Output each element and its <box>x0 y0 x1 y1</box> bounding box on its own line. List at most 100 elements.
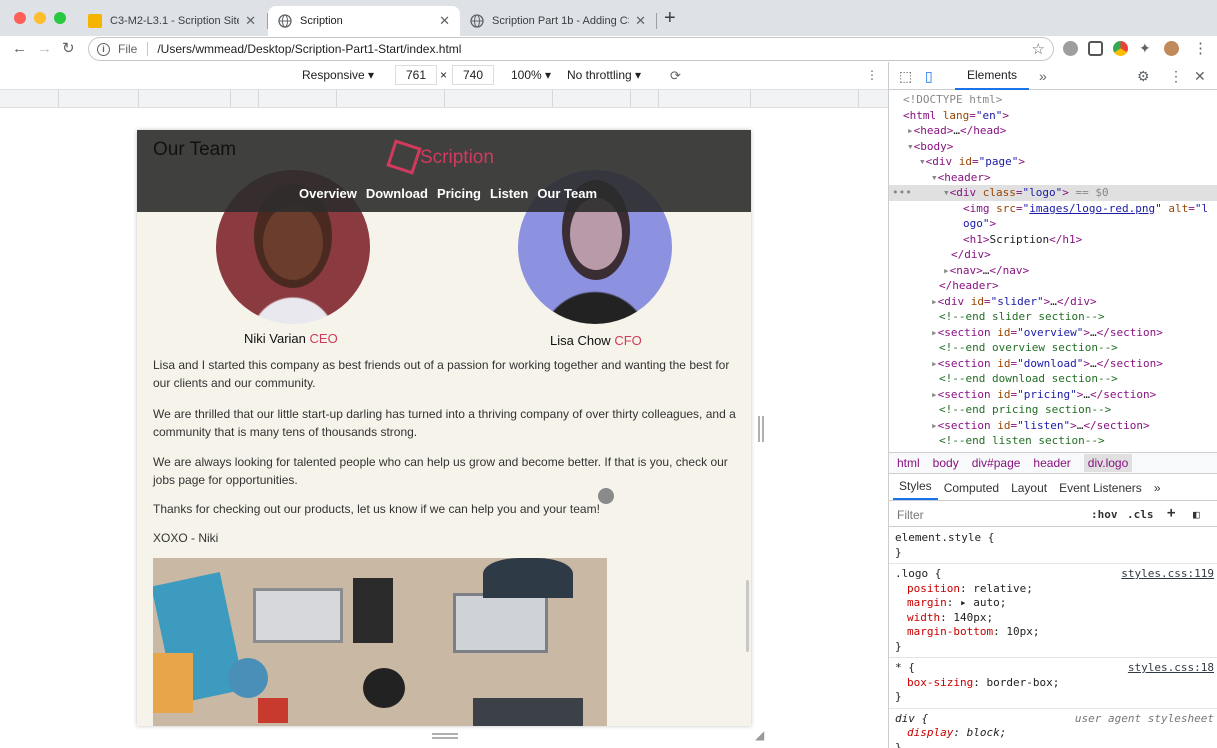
tab-scription[interactable]: Scription ✕ <box>268 6 460 36</box>
nav-download[interactable]: Download <box>366 186 428 201</box>
close-tab-icon[interactable]: ✕ <box>439 13 450 29</box>
device-mode-select[interactable]: Responsive ▾ <box>302 68 374 82</box>
dom-node[interactable]: </header> <box>889 278 1217 294</box>
profile-avatar[interactable] <box>1164 41 1179 56</box>
puzzle-extensions-icon[interactable]: ✦ <box>1139 41 1154 56</box>
dom-node[interactable]: ▾<header> <box>889 170 1217 186</box>
source-link[interactable]: styles.css:119 <box>1121 567 1214 582</box>
extension-icon[interactable] <box>1063 41 1078 56</box>
breadcrumb-html[interactable]: html <box>897 456 920 470</box>
dom-comment[interactable]: <!--end slider section--> <box>889 309 1217 325</box>
dom-node[interactable]: ▸<div id="slider">…</div> <box>889 294 1217 310</box>
close-devtools-icon[interactable]: ✕ <box>1194 68 1206 85</box>
breadcrumb-div-logo[interactable]: div.logo <box>1083 454 1133 472</box>
devtools-menu-icon[interactable]: ⋮ <box>1169 68 1183 85</box>
maximize-window-button[interactable] <box>54 12 66 24</box>
close-tab-icon[interactable]: ✕ <box>245 13 256 29</box>
hov-toggle-button[interactable]: :hov <box>1091 508 1118 521</box>
rotate-icon[interactable]: ⟳ <box>670 68 681 84</box>
dom-node[interactable]: ▸<head>…</head> <box>889 123 1217 139</box>
device-menu-icon[interactable]: ⋮ <box>866 68 878 82</box>
dom-node[interactable]: <img src="images/logo-red.png" alt="l <box>889 201 1217 217</box>
dom-tree[interactable]: <!DOCTYPE html> <html lang="en"> ▸<head>… <box>889 92 1217 448</box>
site-logo[interactable]: Scription <box>420 147 494 169</box>
tab-scription-site[interactable]: C3-M2-L3.1 - Scription Site - I ✕ <box>78 6 266 36</box>
rule-universal[interactable]: styles.css:18 * { box-sizing: border-box… <box>889 658 1217 709</box>
css-property[interactable]: box-sizing: border-box; <box>895 676 1214 691</box>
css-property[interactable]: display: block; <box>895 726 1214 741</box>
url-text[interactable]: /Users/wmmead/Desktop/Scription-Part1-St… <box>157 42 461 56</box>
css-property[interactable]: width: 140px; <box>895 611 1214 626</box>
rule-element-style[interactable]: element.style { } <box>889 528 1217 564</box>
tab-styles[interactable]: Styles <box>893 479 938 500</box>
more-subtabs-icon[interactable]: » <box>1148 481 1167 500</box>
toggle-sidebar-icon[interactable]: ◧ <box>1193 508 1200 521</box>
tab-event-listeners[interactable]: Event Listeners <box>1053 481 1148 500</box>
filter-input[interactable]: Filter <box>897 508 924 522</box>
chrome-extension-icon[interactable] <box>1113 41 1128 56</box>
nav-pricing[interactable]: Pricing <box>437 186 481 201</box>
resize-handle-right[interactable] <box>758 416 764 442</box>
viewport-width-input[interactable]: 761 <box>395 65 437 85</box>
media-query-bar[interactable] <box>0 90 888 108</box>
inspect-element-icon[interactable]: ⬚ <box>899 68 912 85</box>
forward-arrow-icon[interactable]: → <box>37 39 52 59</box>
rule-div-ua[interactable]: user agent stylesheet div { display: blo… <box>889 709 1217 748</box>
device-toggle-icon[interactable]: ▯ <box>925 68 933 85</box>
dom-comment[interactable]: <!--end download section--> <box>889 371 1217 387</box>
bookmark-star-icon[interactable]: ☆ <box>1032 40 1045 58</box>
page-scrollbar[interactable] <box>746 580 749 652</box>
nav-listen[interactable]: Listen <box>490 186 528 201</box>
address-bar[interactable]: i File /Users/wmmead/Desktop/Scription-P… <box>88 37 1054 61</box>
css-property[interactable]: margin: ▸ auto; <box>895 596 1214 611</box>
css-property[interactable]: position: relative; <box>895 582 1214 597</box>
more-tabs-icon[interactable]: » <box>1039 68 1047 84</box>
dom-node[interactable]: ▾<body> <box>889 139 1217 155</box>
dom-node[interactable]: ▸<section id="listen">…</section> <box>889 418 1217 434</box>
dom-comment[interactable]: <!--end pricing section--> <box>889 402 1217 418</box>
tab-elements[interactable]: Elements <box>955 62 1030 90</box>
back-arrow-icon[interactable]: ← <box>12 39 27 59</box>
dom-node[interactable]: ▸<nav>…</nav> <box>889 263 1217 279</box>
resize-corner-icon[interactable]: ◢ <box>755 728 764 742</box>
nav-our-team[interactable]: Our Team <box>537 186 597 201</box>
info-icon[interactable]: i <box>97 42 110 56</box>
breadcrumb-header[interactable]: header <box>1033 456 1070 470</box>
throttling-select[interactable]: No throttling ▾ <box>567 68 641 82</box>
dom-node[interactable]: ▸<section id="overview">…</section> <box>889 325 1217 341</box>
styles-pane[interactable]: element.style { } styles.css:119 .logo {… <box>889 528 1217 748</box>
minimize-window-button[interactable] <box>34 12 46 24</box>
tab-scription-part1b[interactable]: Scription Part 1b - Adding CSS ✕ <box>460 6 656 36</box>
breadcrumb-body[interactable]: body <box>933 456 959 470</box>
nav-overview[interactable]: Overview <box>299 186 357 201</box>
notion-icon[interactable] <box>1088 41 1103 56</box>
new-rule-plus-icon[interactable]: + <box>1167 505 1175 521</box>
close-window-button[interactable] <box>14 12 26 24</box>
cls-toggle-button[interactable]: .cls <box>1127 508 1154 521</box>
css-property[interactable]: margin-bottom: 10px; <box>895 625 1214 640</box>
breadcrumb-div-page[interactable]: div#page <box>972 456 1021 470</box>
dom-node[interactable]: <html lang="en"> <box>889 108 1217 124</box>
settings-gear-icon[interactable]: ⚙ <box>1137 68 1150 85</box>
dom-node[interactable]: <h1>Scription</h1> <box>889 232 1217 248</box>
dom-node[interactable]: ▾<div id="page"> <box>889 154 1217 170</box>
new-tab-button[interactable]: + <box>664 8 676 28</box>
tab-layout[interactable]: Layout <box>1005 481 1053 500</box>
dom-comment[interactable]: <!--end listen section--> <box>889 433 1217 448</box>
close-tab-icon[interactable]: ✕ <box>635 13 646 29</box>
dom-node[interactable]: </div> <box>889 247 1217 263</box>
source-link[interactable]: styles.css:18 <box>1128 661 1214 676</box>
zoom-select[interactable]: 100% ▾ <box>511 68 551 82</box>
dom-node[interactable]: ▸<section id="pricing">…</section> <box>889 387 1217 403</box>
resize-handle-bottom[interactable] <box>432 733 458 739</box>
menu-kebab-icon[interactable]: ⋮ <box>1193 39 1208 59</box>
dom-comment[interactable]: <!--end overview section--> <box>889 340 1217 356</box>
dom-node-selected[interactable]: ••• ▾<div class="logo"> == $0 <box>889 185 1217 201</box>
dom-node[interactable]: ogo"> <box>889 216 1217 232</box>
reload-icon[interactable]: ↻ <box>62 39 75 59</box>
dom-node[interactable]: ▸<section id="download">…</section> <box>889 356 1217 372</box>
tab-computed[interactable]: Computed <box>938 481 1005 500</box>
dom-node[interactable]: <!DOCTYPE html> <box>889 92 1217 108</box>
viewport-height-input[interactable]: 740 <box>452 65 494 85</box>
rule-logo[interactable]: styles.css:119 .logo { position: relativ… <box>889 564 1217 658</box>
